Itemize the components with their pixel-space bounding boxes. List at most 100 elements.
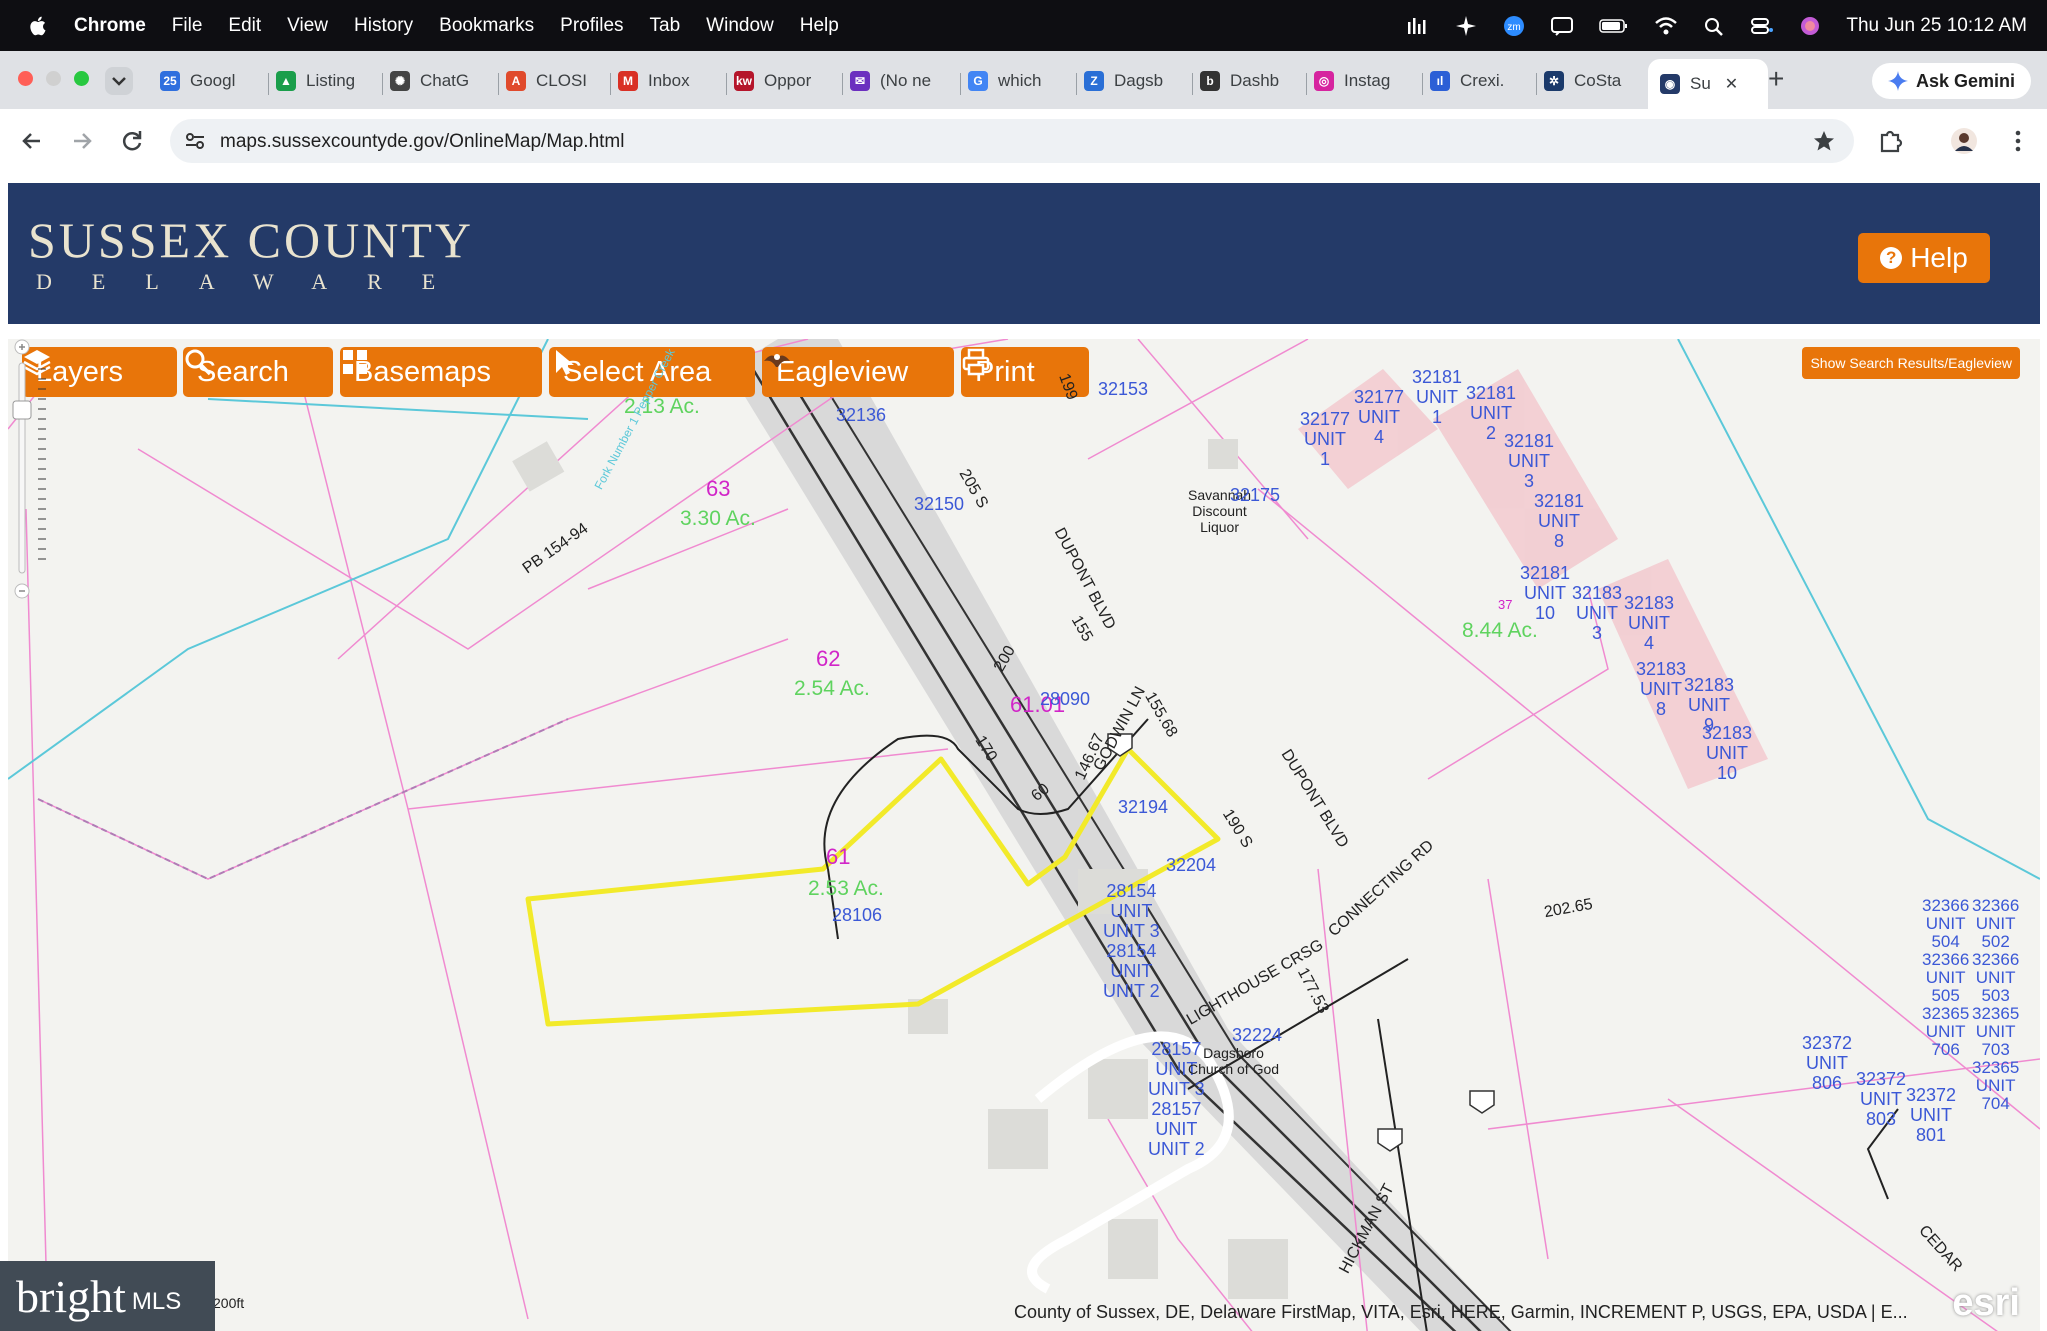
macos-menu-bar: Chrome File Edit View History Bookmarks … — [0, 0, 2047, 51]
cursor-arrow-icon — [556, 350, 574, 375]
menu-profiles[interactable]: Profiles — [560, 15, 623, 37]
menu-edit[interactable]: Edit — [228, 15, 261, 37]
browser-tab[interactable]: b Dashb — [1200, 61, 1298, 101]
tab-favicon-icon: ıl — [1430, 71, 1450, 91]
menu-file[interactable]: File — [172, 15, 203, 37]
url-text: maps.sussexcountyde.gov/OnlineMap/Map.ht… — [220, 131, 625, 152]
search-icon — [185, 349, 212, 376]
back-arrow-icon[interactable] — [18, 127, 46, 155]
basemaps-label: Basemaps — [354, 355, 492, 388]
browser-tab[interactable]: ◎ Instag — [1314, 61, 1414, 101]
map-canvas[interactable] — [8, 339, 2040, 1331]
browser-tab[interactable]: A CLOSI — [506, 61, 602, 101]
reload-icon[interactable] — [118, 127, 146, 155]
tab-favicon-icon: ◎ — [1314, 71, 1334, 91]
tab-label: Googl — [190, 71, 236, 90]
browser-tab[interactable]: ◉ Su ✕ — [1648, 59, 1768, 109]
question-mark-icon: ? — [1880, 247, 1903, 269]
browser-tab[interactable]: ▲ Listing — [276, 61, 374, 101]
tab-separator — [268, 73, 269, 95]
browser-tab[interactable]: ✲ CoSta — [1544, 61, 1636, 101]
menu-view[interactable]: View — [287, 15, 328, 37]
tab-favicon-icon: ▲ — [276, 71, 296, 91]
county-logo-title[interactable]: SUSSEX COUNTY — [28, 211, 474, 269]
browser-tab[interactable]: M Inbox — [618, 61, 716, 101]
browser-tab[interactable]: ✉ (No ne — [850, 61, 952, 101]
parcel-map[interactable]: Layers Search Basemaps Select Area Eagle… — [8, 339, 2040, 1331]
tab-favicon-icon: ✺ — [390, 71, 410, 91]
menu-chrome[interactable]: Chrome — [74, 15, 146, 37]
spotlight-search-icon[interactable] — [1702, 16, 1726, 36]
wifi-icon[interactable] — [1654, 16, 1678, 36]
extensions-puzzle-icon[interactable] — [1876, 127, 1904, 155]
parcel-label: 32183 UNIT 4 — [1624, 593, 1675, 653]
site-info-icon[interactable] — [184, 130, 206, 152]
browser-tab[interactable]: 25 Googl — [160, 61, 260, 101]
parcel-label: 32181 UNIT 8 — [1534, 491, 1585, 551]
profile-avatar-icon[interactable] — [1950, 127, 1978, 155]
acreage-label: 2.53 Ac. — [808, 877, 884, 900]
tab-close-icon[interactable]: ✕ — [1725, 74, 1738, 94]
parcel-number-label: 61 — [826, 844, 851, 869]
tab-separator — [498, 73, 499, 95]
tab-label: Inbox — [648, 71, 690, 90]
address-bar[interactable]: maps.sussexcountyde.gov/OnlineMap/Map.ht… — [170, 119, 1854, 163]
search-button[interactable]: Search — [183, 347, 333, 397]
window-minimize-button[interactable] — [46, 71, 61, 86]
basemaps-button[interactable]: Basemaps — [340, 347, 542, 397]
tab-favicon-icon: kw — [734, 71, 754, 91]
siri-icon[interactable] — [1798, 16, 1822, 36]
bright-brand: bright — [16, 1270, 126, 1322]
map-attribution[interactable]: County of Sussex, DE, Delaware FirstMap,… — [1014, 1302, 1908, 1323]
apple-logo-icon[interactable] — [28, 15, 50, 37]
window-close-button[interactable] — [18, 71, 33, 86]
ask-gemini-button[interactable]: Ask Gemini — [1871, 63, 2031, 99]
browser-tab[interactable]: Gwhich — [968, 61, 1068, 101]
tab-label: (No ne — [880, 71, 932, 90]
window-zoom-button[interactable] — [74, 71, 89, 86]
tab-separator — [726, 73, 727, 95]
forward-arrow-icon[interactable] — [68, 127, 96, 155]
zoom-app-icon[interactable]: zm — [1502, 15, 1526, 36]
control-center-icon[interactable] — [1750, 16, 1774, 36]
parcel-label: 32181 UNIT 1 — [1412, 367, 1463, 427]
help-button[interactable]: ? Help — [1858, 233, 1990, 283]
zoom-slider[interactable] — [8, 339, 48, 599]
menu-help[interactable]: Help — [800, 15, 839, 37]
eagleview-label: Eagleview — [776, 355, 909, 388]
captions-icon[interactable] — [1550, 16, 1574, 36]
tab-separator — [1422, 73, 1423, 95]
tab-label: Listing — [306, 71, 356, 90]
tab-label: Crexi. — [1460, 71, 1505, 90]
menubar-status-area: zm Thu Jun 25 10:12 AM — [1406, 0, 2027, 51]
menu-tab[interactable]: Tab — [650, 15, 681, 37]
browser-tab[interactable]: Z Dagsb — [1084, 61, 1184, 101]
browser-tab[interactable]: kw Oppor — [734, 61, 834, 101]
sparkle-icon[interactable] — [1454, 15, 1478, 36]
tab-label: which — [998, 71, 1042, 90]
browser-tab[interactable]: ıl Crexi. — [1430, 61, 1528, 101]
parcel-label: 28154 UNIT UNIT 3 28154 UNIT UNIT 2 — [1103, 881, 1160, 1001]
eagleview-button[interactable]: Eagleview — [762, 347, 954, 397]
menubar-datetime[interactable]: Thu Jun 25 10:12 AM — [1846, 15, 2027, 37]
grid-icon — [343, 350, 367, 374]
new-tab-plus-icon[interactable]: + — [1768, 63, 1784, 95]
battery-icon[interactable] — [1598, 16, 1630, 36]
tab-favicon-icon: b — [1200, 71, 1220, 91]
tab-search-chevron-icon[interactable] — [105, 67, 133, 95]
browser-tab[interactable]: ✺ ChatG — [390, 61, 490, 101]
audio-levels-icon[interactable] — [1406, 16, 1430, 36]
bookmark-star-icon[interactable] — [1812, 129, 1836, 153]
parcel-label: 28090 — [1040, 689, 1091, 709]
help-label: Help — [1910, 242, 1968, 273]
menu-window[interactable]: Window — [706, 15, 774, 37]
tab-label: Dashb — [1230, 71, 1280, 90]
tab-favicon-icon: Z — [1084, 71, 1104, 91]
menu-history[interactable]: History — [354, 15, 413, 37]
parcel-number-label: 62 — [816, 646, 841, 671]
parcel-label: 32194 — [1118, 797, 1169, 817]
bright-mls-watermark: bright MLS — [0, 1261, 215, 1331]
show-search-results-button[interactable]: Show Search Results/Eagleview — [1802, 347, 2020, 379]
menu-bookmarks[interactable]: Bookmarks — [439, 15, 534, 37]
more-menu-icon[interactable] — [2004, 127, 2032, 155]
